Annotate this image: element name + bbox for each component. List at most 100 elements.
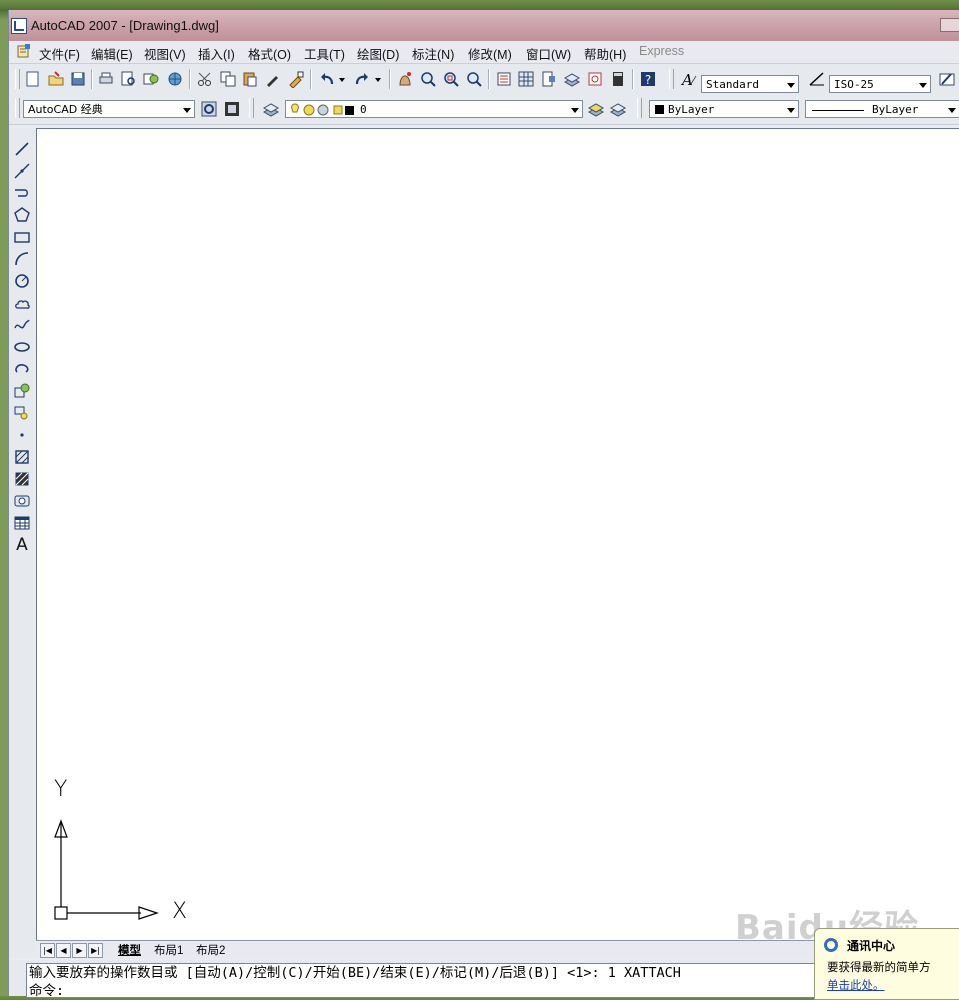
toolbar-grip[interactable] (249, 98, 254, 118)
make-block-icon[interactable] (13, 404, 31, 422)
toolbar-separator (632, 69, 633, 89)
text-style-value: Standard (706, 78, 759, 91)
tab-layout2[interactable]: 布局2 (196, 942, 225, 958)
workspace-settings-icon[interactable] (200, 100, 218, 118)
paste-icon[interactable] (241, 70, 259, 88)
zoom-previous-icon[interactable] (465, 70, 483, 88)
minimize-button[interactable] (940, 18, 959, 32)
text-style-select[interactable]: Standard (701, 75, 799, 93)
menu-express[interactable]: Express (639, 44, 684, 58)
menu-window[interactable]: 窗口(W) (526, 44, 571, 63)
match-properties-icon[interactable] (264, 70, 282, 88)
region-icon[interactable] (13, 492, 31, 510)
polygon-icon[interactable] (13, 206, 31, 224)
balloon-body: 要获得最新的简单方 (827, 962, 931, 974)
previous-tab-button[interactable]: ◀ (56, 943, 71, 958)
sheet-set-manager-icon[interactable] (563, 70, 581, 88)
dimension-style-select[interactable]: ISO-25 (829, 75, 931, 93)
layer-properties-icon[interactable] (262, 100, 280, 118)
cut-icon[interactable] (196, 70, 214, 88)
document-menu-icon[interactable] (17, 44, 31, 58)
text-style-icon[interactable]: A (679, 70, 697, 88)
menu-bar: 文件(F) 编辑(E) 视图(V) 插入(I) 格式(O) 工具(T) 绘图(D… (9, 41, 959, 64)
color-select[interactable]: ByLayer (649, 100, 799, 118)
redo-dropdown-icon[interactable] (373, 70, 383, 88)
menu-insert[interactable]: 插入(I) (198, 44, 235, 63)
publish-icon[interactable] (142, 70, 160, 88)
tool-palettes-icon[interactable] (540, 70, 558, 88)
workspace-select[interactable]: AutoCAD 经典 (23, 100, 195, 118)
gradient-icon[interactable] (13, 470, 31, 488)
communication-center-balloon[interactable]: 通讯中心 要获得最新的简单方 单击此处。 (814, 928, 959, 1000)
menu-format[interactable]: 格式(O) (248, 44, 291, 63)
insert-block-icon[interactable] (13, 382, 31, 400)
linetype-select[interactable]: ByLayer (805, 100, 959, 118)
new-file-icon[interactable] (24, 70, 42, 88)
polyline-icon[interactable] (13, 184, 31, 202)
quickcalc-icon[interactable] (609, 70, 627, 88)
toolbar-separator (389, 69, 390, 89)
construction-line-icon[interactable] (13, 162, 31, 180)
ellipse-arc-icon[interactable] (13, 360, 31, 378)
menu-tools[interactable]: 工具(T) (304, 44, 345, 63)
make-object-layer-current-icon[interactable] (587, 100, 605, 118)
drawing-canvas[interactable]: Y X (36, 128, 959, 941)
publish-web-icon[interactable] (165, 70, 183, 88)
plot-preview-icon[interactable] (119, 70, 137, 88)
menu-dimension[interactable]: 标注(N) (412, 44, 454, 63)
undo-icon[interactable] (318, 70, 336, 88)
tab-layout1[interactable]: 布局1 (154, 942, 183, 958)
save-icon[interactable] (69, 70, 87, 88)
tab-model[interactable]: 模型 (118, 942, 141, 958)
open-folder-icon[interactable] (47, 70, 65, 88)
menu-help[interactable]: 帮助(H) (584, 44, 626, 63)
menu-modify[interactable]: 修改(M) (468, 44, 512, 63)
properties-icon[interactable] (495, 70, 513, 88)
layer-previous-icon[interactable] (609, 100, 627, 118)
first-tab-button[interactable]: |◀ (40, 943, 55, 958)
redo-icon[interactable] (353, 70, 371, 88)
revision-cloud-icon[interactable] (13, 294, 31, 312)
dimension-style-value: ISO-25 (834, 78, 874, 91)
dimension-style-icon[interactable] (808, 70, 826, 88)
autocad-app-icon[interactable] (11, 18, 27, 34)
title-bar[interactable]: AutoCAD 2007 - [Drawing1.dwg] (9, 10, 959, 41)
design-center-icon[interactable] (517, 70, 535, 88)
next-tab-button[interactable]: ▶ (72, 943, 87, 958)
arc-icon[interactable] (13, 250, 31, 268)
line-icon[interactable] (13, 140, 31, 158)
menu-view[interactable]: 视图(V) (144, 44, 186, 63)
rectangle-icon[interactable] (13, 228, 31, 246)
zoom-realtime-icon[interactable] (419, 70, 437, 88)
menu-file[interactable]: 文件(F) (39, 44, 80, 63)
layer-select[interactable]: 0 (285, 100, 583, 118)
print-icon[interactable] (97, 70, 115, 88)
undo-dropdown-icon[interactable] (337, 70, 347, 88)
autocad-window: AutoCAD 2007 - [Drawing1.dwg] 文件(F) 编辑(E… (8, 10, 959, 998)
save-workspace-icon[interactable] (223, 100, 241, 118)
toolbar-grip[interactable] (637, 98, 642, 118)
ellipse-icon[interactable] (13, 338, 31, 356)
balloon-link[interactable]: 单击此处。 (827, 977, 885, 993)
multiline-text-tool[interactable]: A (13, 536, 31, 554)
toolbar-separator (189, 69, 190, 89)
pan-realtime-icon[interactable] (396, 70, 414, 88)
block-editor-icon[interactable] (287, 70, 305, 88)
menu-edit[interactable]: 编辑(E) (91, 44, 133, 63)
toolbar-grip[interactable] (669, 69, 674, 89)
toolbar-grip[interactable] (15, 69, 20, 89)
toolbar-separator (310, 69, 311, 89)
last-tab-button[interactable]: ▶| (88, 943, 103, 958)
point-icon[interactable] (13, 426, 31, 444)
circle-icon[interactable] (13, 272, 31, 290)
spline-icon[interactable] (13, 316, 31, 334)
help-icon[interactable]: ? (639, 70, 657, 88)
zoom-window-icon[interactable] (442, 70, 460, 88)
hatch-icon[interactable] (13, 448, 31, 466)
menu-draw[interactable]: 绘图(D) (357, 44, 399, 63)
copy-icon[interactable] (219, 70, 237, 88)
markup-set-manager-icon[interactable] (586, 70, 604, 88)
table-style-icon[interactable] (938, 70, 956, 88)
toolbar-grip[interactable] (15, 98, 20, 118)
table-icon[interactable] (13, 514, 31, 532)
